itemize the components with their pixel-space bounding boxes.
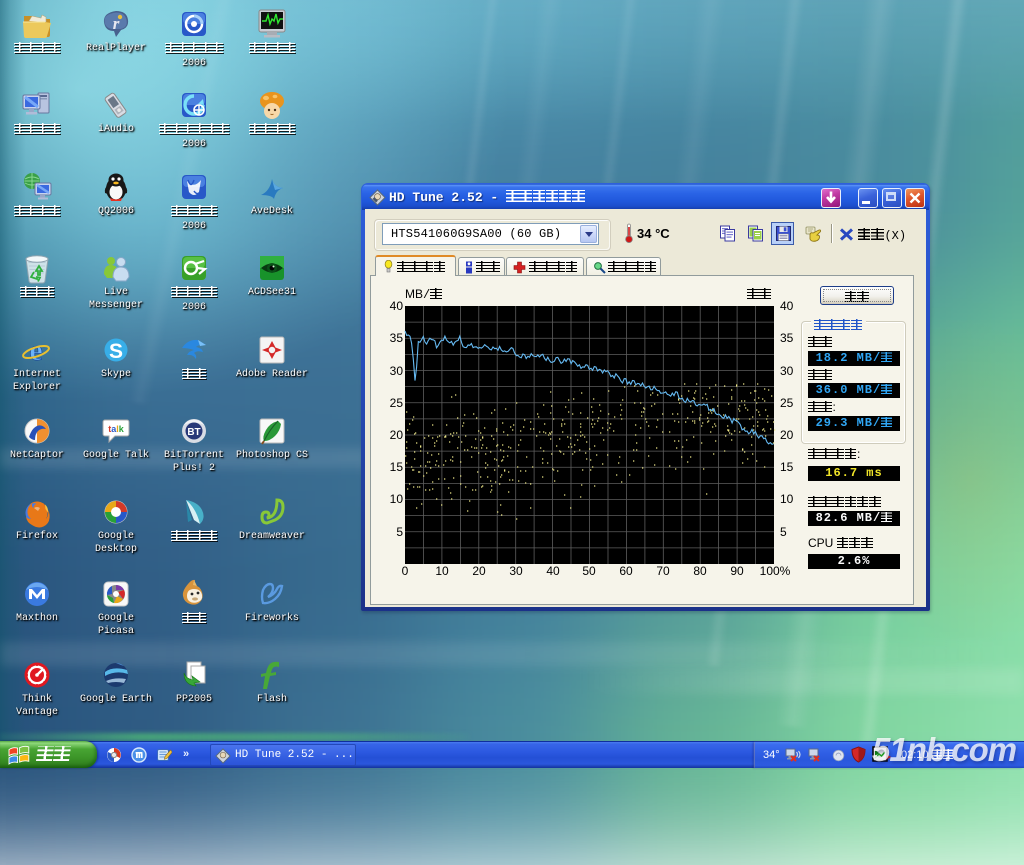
svg-text:talk: talk [108,424,125,434]
svg-text:BT: BT [187,427,200,438]
svg-text:S: S [109,340,123,363]
